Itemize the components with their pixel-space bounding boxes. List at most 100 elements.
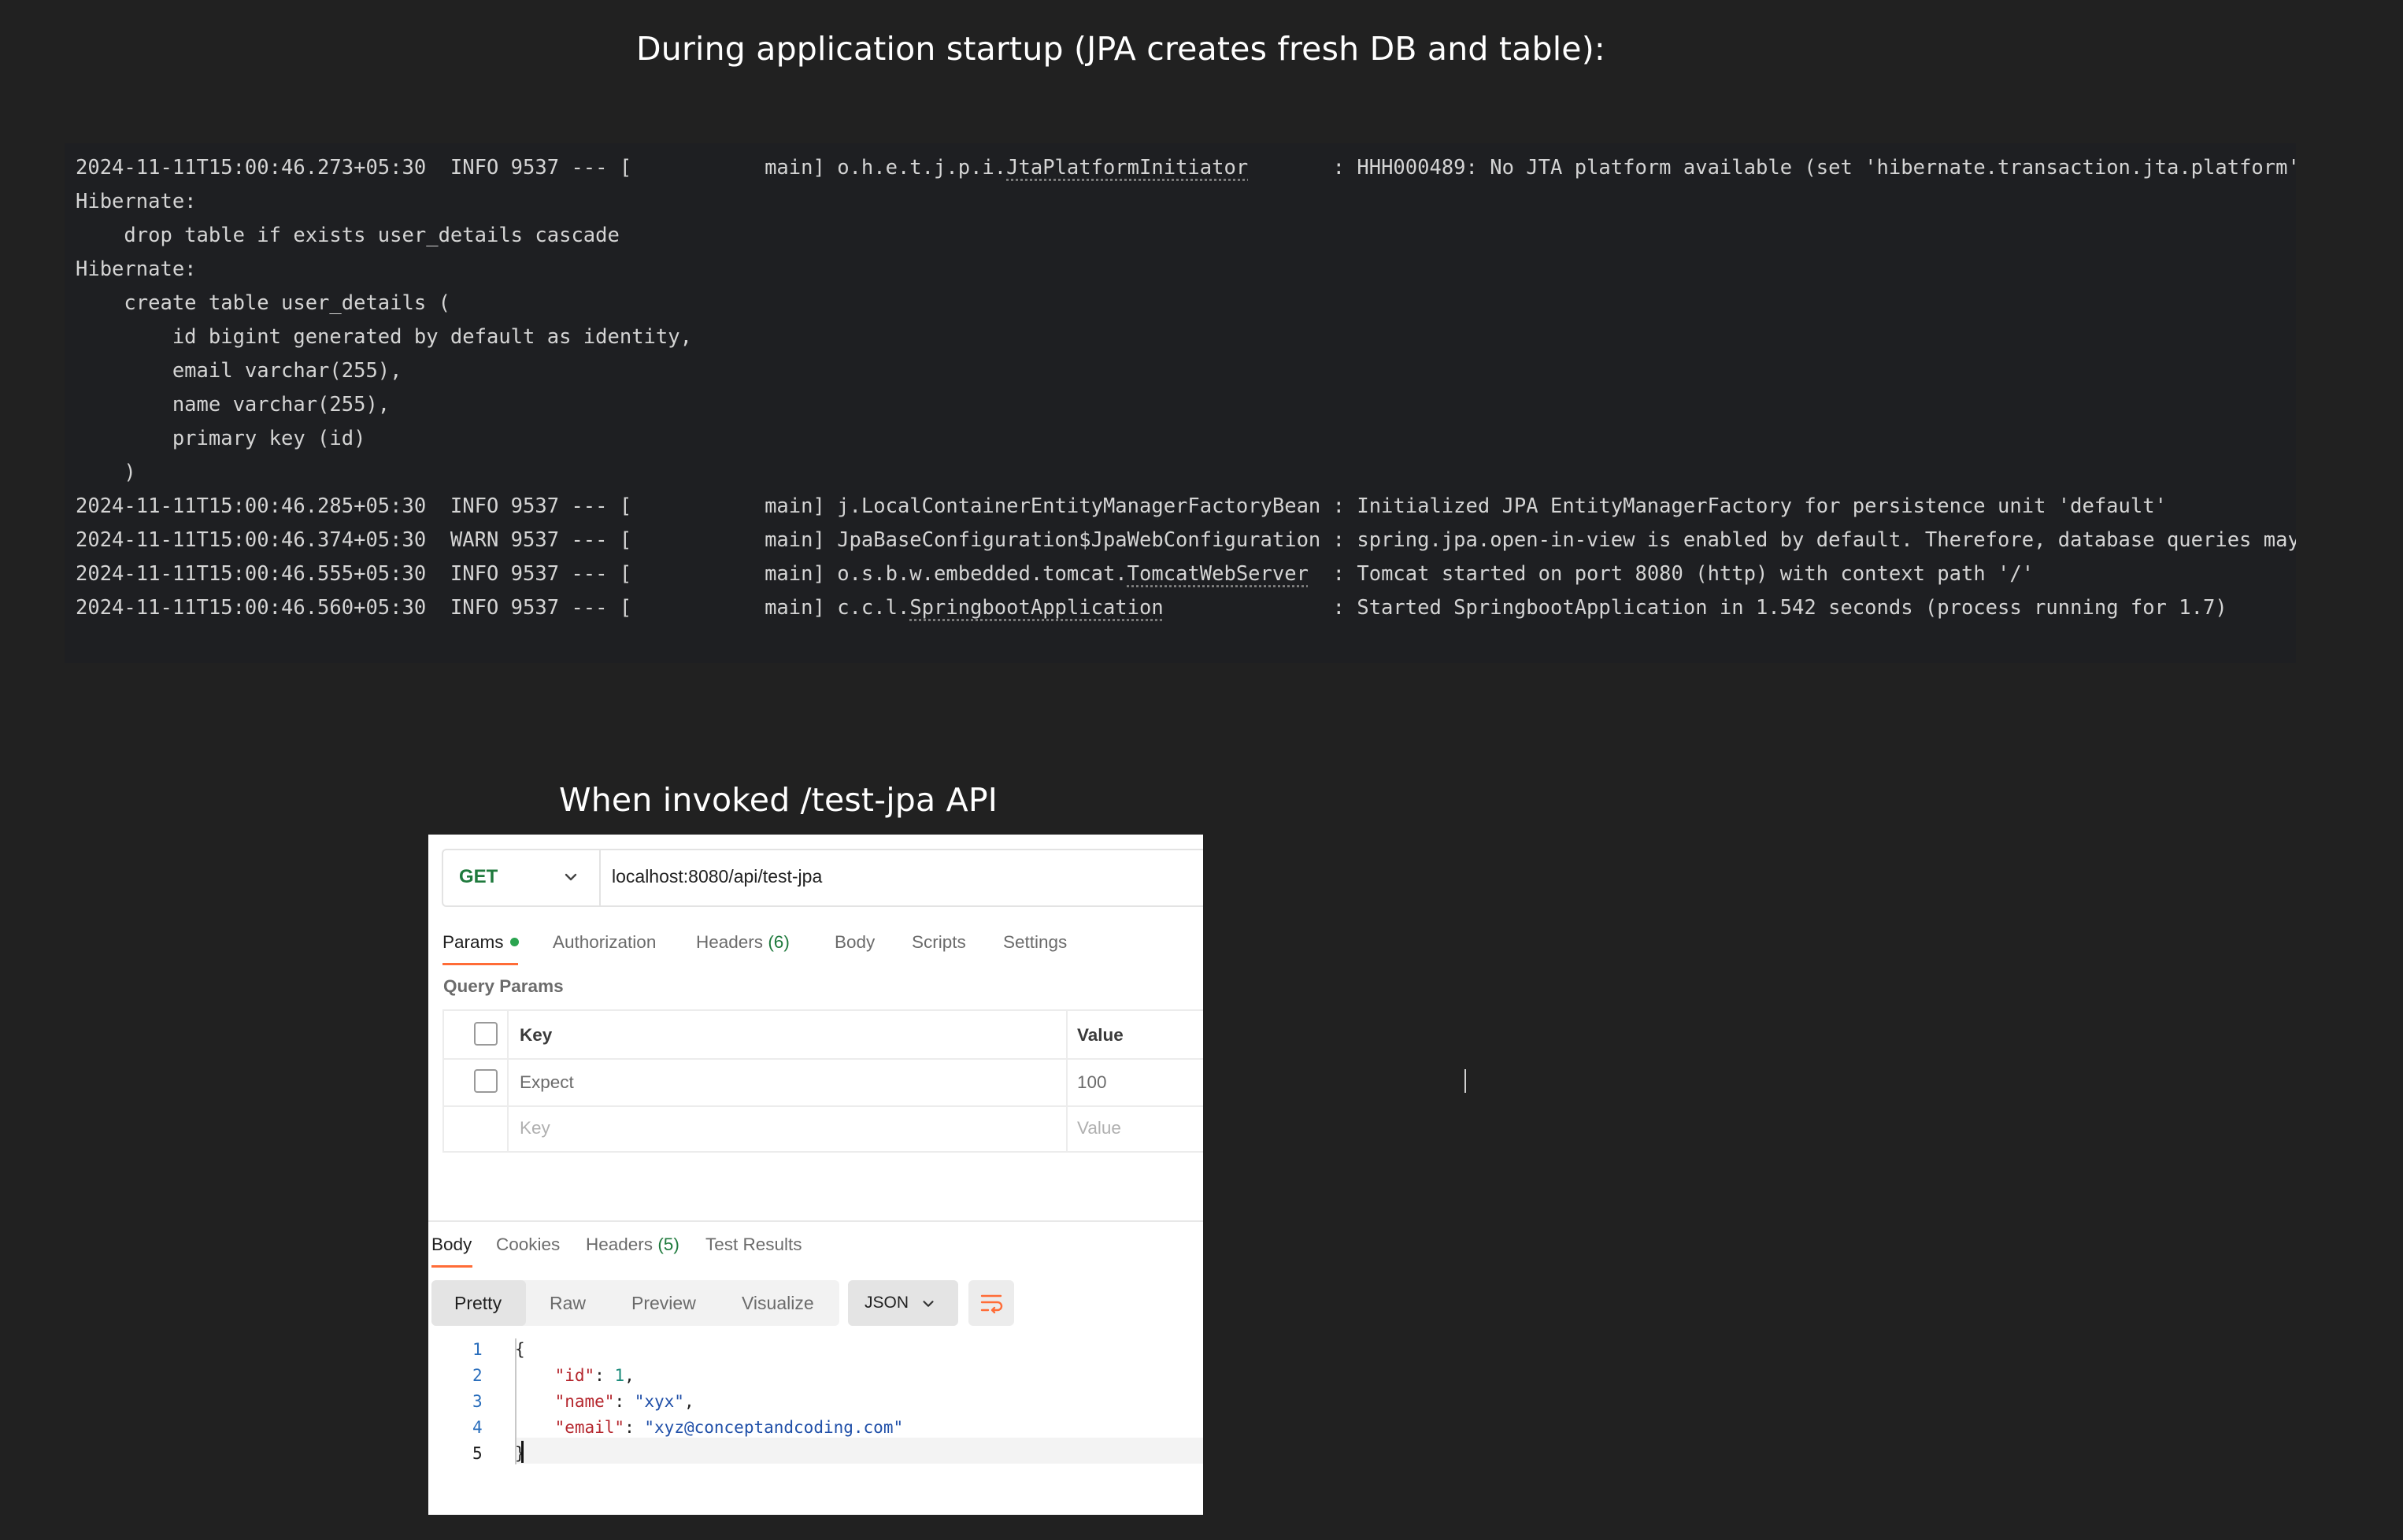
select-all-checkbox[interactable] <box>474 1022 498 1046</box>
param-key-cell[interactable]: Expect <box>520 1072 574 1093</box>
json-line: "name": "xyx", <box>554 1392 694 1411</box>
line-number: 5 <box>472 1444 483 1463</box>
url-input[interactable]: localhost:8080/api/test-jpa <box>612 866 822 887</box>
json-value: "xyx" <box>634 1392 684 1411</box>
log-line: 2024-11-11T15:00:46.560+05:30 INFO 9537 … <box>76 596 2227 620</box>
log-line: id bigint generated by default as identi… <box>76 325 692 349</box>
log-line: name varchar(255), <box>76 393 390 416</box>
response-body-editor[interactable]: 1 2 3 4 5 { "id": 1, "name": "xyx", "ema… <box>428 1332 1203 1515</box>
log-text: 2024-11-11T15:00:46.560+05:30 INFO 9537 … <box>76 596 910 620</box>
log-line: drop table if exists user_details cascad… <box>76 224 620 247</box>
request-tab-settings[interactable]: Settings <box>1003 932 1067 953</box>
format-pretty-button[interactable]: Pretty <box>454 1293 502 1314</box>
log-line: ) <box>76 461 136 484</box>
column-header-value: Value <box>1077 1025 1124 1045</box>
startup-heading: During application startup (JPA creates … <box>636 30 1605 68</box>
format-visualize-button[interactable]: Visualize <box>742 1293 814 1314</box>
query-params-table: Key Value Expect 100 Key Value <box>442 1009 1203 1153</box>
log-text: : Tomcat started on port 8080 (http) wit… <box>1308 562 2035 586</box>
request-tab-authorization[interactable]: Authorization <box>553 932 656 953</box>
response-tab-body[interactable]: Body <box>431 1235 472 1255</box>
query-params-label: Query Params <box>443 976 564 996</box>
log-text: Hibernate: <box>76 257 197 281</box>
current-line-highlight <box>515 1438 1203 1464</box>
json-line: "id": 1, <box>554 1366 635 1385</box>
log-text: create table user_details ( <box>76 291 450 315</box>
log-line: primary key (id) <box>76 427 366 450</box>
column-header-key: Key <box>520 1025 553 1045</box>
response-tab-headers[interactable]: Headers (5) <box>586 1235 679 1255</box>
active-tab-indicator <box>431 1265 472 1268</box>
log-line: Hibernate: <box>76 190 197 213</box>
line-number: 2 <box>472 1366 483 1385</box>
json-line: "email": "xyz@conceptandcoding.com" <box>554 1418 904 1437</box>
log-text: primary key (id) <box>76 427 366 450</box>
request-tab-scripts[interactable]: Scripts <box>912 932 966 953</box>
log-text: name varchar(255), <box>76 393 391 416</box>
tab-label: Scripts <box>912 932 966 952</box>
json-key: "name" <box>554 1392 615 1411</box>
json-line: { <box>515 1340 525 1359</box>
log-text: 2024-11-11T15:00:46.555+05:30 INFO 9537 … <box>76 562 1127 586</box>
tab-label: Params <box>442 932 504 952</box>
editor-cursor <box>521 1441 524 1463</box>
line-number: 4 <box>472 1418 483 1437</box>
method-label: GET <box>459 866 498 887</box>
postman-panel: GET localhost:8080/api/test-jpa Params Au… <box>428 835 1203 1515</box>
log-line: create table user_details ( <box>76 291 450 315</box>
active-tab-indicator <box>442 963 518 965</box>
chevron-down-icon <box>565 873 577 881</box>
tab-label: Headers <box>586 1235 654 1254</box>
request-tab-headers[interactable]: Headers (6) <box>696 932 790 953</box>
new-param-value-input[interactable]: Value <box>1077 1118 1121 1138</box>
response-tab-cookies[interactable]: Cookies <box>496 1235 560 1255</box>
json-value: 1 <box>614 1366 625 1385</box>
log-text: email varchar(255), <box>76 359 402 383</box>
response-tab-test-results[interactable]: Test Results <box>705 1235 802 1255</box>
line-number: 1 <box>472 1340 483 1359</box>
request-tab-body[interactable]: Body <box>835 932 875 953</box>
tab-count-badge: (6) <box>768 932 790 952</box>
format-preview-button[interactable]: Preview <box>631 1293 696 1314</box>
wrap-lines-icon <box>980 1294 1003 1314</box>
api-heading: When invoked /test-jpa API <box>559 781 998 819</box>
json-key: "email" <box>554 1418 625 1437</box>
tab-label: Cookies <box>496 1235 561 1254</box>
tab-count-badge: (5) <box>657 1235 679 1254</box>
language-label: JSON <box>865 1294 909 1312</box>
chevron-down-icon <box>923 1301 934 1307</box>
param-row-checkbox[interactable] <box>474 1069 498 1093</box>
log-text: id bigint generated by default as identi… <box>76 325 692 349</box>
param-value-cell[interactable]: 100 <box>1077 1072 1107 1093</box>
log-line: 2024-11-11T15:00:46.273+05:30 INFO 9537 … <box>76 156 2296 180</box>
console-log-panel: 2024-11-11T15:00:46.273+05:30 INFO 9537 … <box>65 143 2296 663</box>
log-text: Hibernate: <box>76 190 197 213</box>
request-url-bar: GET localhost:8080/api/test-jpa <box>442 849 1203 907</box>
text-cursor <box>1464 1069 1466 1093</box>
log-text: drop table if exists user_details cascad… <box>76 224 620 247</box>
log-text: TomcatWebServer <box>1127 562 1309 586</box>
log-text: JtaPlatformInitiator <box>1006 156 1249 180</box>
log-line: 2024-11-11T15:00:46.285+05:30 INFO 9537 … <box>76 494 2167 518</box>
log-line: 2024-11-11T15:00:46.374+05:30 WARN 9537 … <box>76 528 2296 552</box>
line-number: 3 <box>472 1392 483 1411</box>
params-active-dot <box>509 937 519 946</box>
log-line: 2024-11-11T15:00:46.555+05:30 INFO 9537 … <box>76 562 2034 586</box>
log-text: 2024-11-11T15:00:46.374+05:30 WARN 9537 … <box>76 528 2296 552</box>
method-select[interactable]: GET <box>443 850 601 905</box>
tab-label: Test Results <box>705 1235 802 1254</box>
tab-label: Settings <box>1003 932 1068 952</box>
format-raw-button[interactable]: Raw <box>550 1293 586 1314</box>
log-text: : Started SpringbootApplication in 1.542… <box>1163 596 2227 620</box>
tab-label: Headers <box>696 932 764 952</box>
tab-label: Body <box>835 932 876 952</box>
new-param-key-input[interactable]: Key <box>520 1118 550 1138</box>
log-text: 2024-11-11T15:00:46.285+05:30 INFO 9537 … <box>76 494 2167 518</box>
tab-label: Authorization <box>553 932 657 952</box>
log-text: ) <box>76 461 136 484</box>
json-key: "id" <box>554 1366 595 1385</box>
json-value: "xyz@conceptandcoding.com" <box>644 1418 904 1437</box>
section-divider <box>428 1220 1203 1222</box>
request-tab-params[interactable]: Params <box>442 932 519 953</box>
log-line: email varchar(255), <box>76 359 402 383</box>
